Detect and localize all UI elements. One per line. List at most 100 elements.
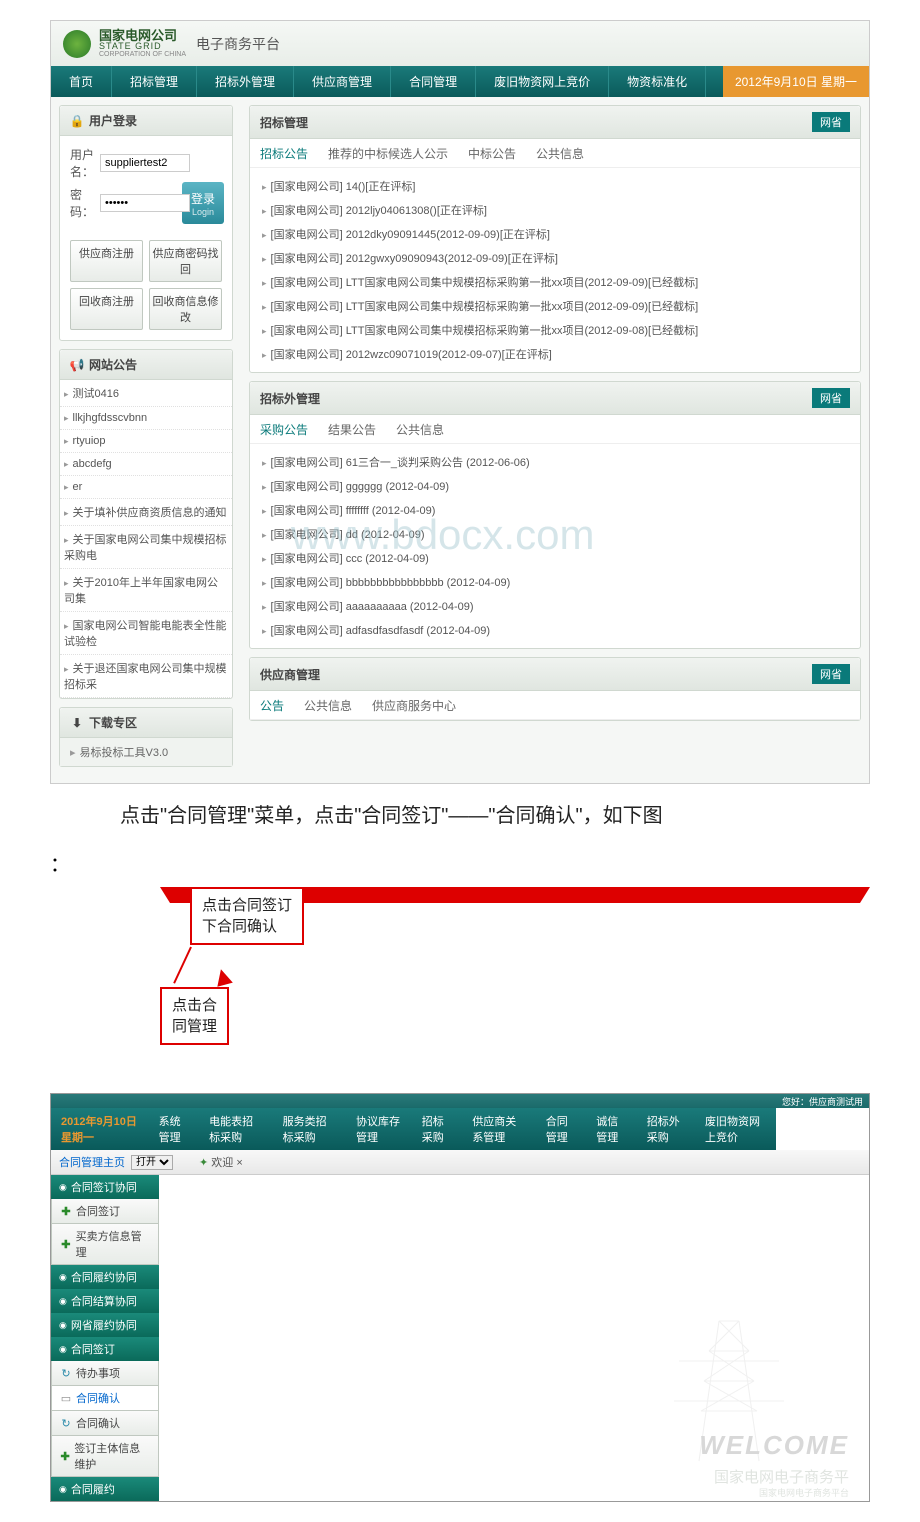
tab-result-notice[interactable]: 结果公告 [328, 421, 376, 443]
section2-tabs: 采购公告 结果公告 公共信息 [250, 415, 860, 444]
tab-candidate-publicity[interactable]: 推荐的中标候选人公示 [328, 145, 448, 167]
top-date: 2012年9月10日 星期一 [723, 66, 869, 97]
notice-item[interactable]: llkjhgfdsscvbnn [60, 407, 232, 430]
menu-contract[interactable]: 合同管理 [536, 1108, 587, 1150]
tree-category[interactable]: 合同结算协同 [51, 1289, 159, 1313]
tab-purchase-notice[interactable]: 采购公告 [260, 421, 308, 443]
tab-notice[interactable]: 公告 [260, 697, 284, 719]
platform-title: 电子商务平台 [196, 34, 280, 54]
tree-leaf[interactable]: ▭合同确认 [51, 1386, 159, 1411]
supplier-register-button[interactable]: 供应商注册 [70, 240, 143, 282]
recycler-register-button[interactable]: 回收商注册 [70, 288, 143, 330]
menu-bid-purchase[interactable]: 招标采购 [412, 1108, 463, 1150]
menu-service-bid[interactable]: 服务类招标采购 [273, 1108, 346, 1150]
welcome-area: WELCOME 国家电网电子商务平 国家电网电子商务平台 [159, 1175, 869, 1501]
notice-item[interactable]: 关于2010年上半年国家电网公司集 [60, 569, 232, 612]
list-item[interactable]: [国家电网公司] LTT国家电网公司集中规模招标采购第一批xx项目(2012-0… [260, 294, 850, 318]
supplier-pwretrieve-button[interactable]: 供应商密码找回 [149, 240, 222, 282]
crumb-select[interactable]: 打开 [131, 1155, 173, 1170]
list-item[interactable]: [国家电网公司] 2012wzc09071019(2012-09-07)[正在评… [260, 342, 850, 366]
list-item[interactable]: [国家电网公司] 61三合一_谈判采购公告 (2012-06-06) [260, 450, 850, 474]
tree-category[interactable]: 合同签订协同 [51, 1175, 159, 1199]
list-item[interactable]: [国家电网公司] LTT国家电网公司集中规模招标采购第一批xx项目(2012-0… [260, 270, 850, 294]
list-item[interactable]: [国家电网公司] 2012ljy04061308()[正在评标] [260, 198, 850, 222]
menu-material-std[interactable]: 物资标准化 [609, 66, 706, 97]
menu-credit[interactable]: 诚信管理 [586, 1108, 637, 1150]
tree-category[interactable]: 合同履约协同 [51, 1265, 159, 1289]
menu-scrap[interactable]: 废旧物资网上竞价 [695, 1108, 776, 1150]
notice-item[interactable]: 关于国家电网公司集中规模招标采购电 [60, 526, 232, 569]
menu-scrap-auction[interactable]: 废旧物资网上竞价 [476, 66, 609, 97]
list-item[interactable]: [国家电网公司] LTT国家电网公司集中规模招标采购第一批xx项目(2012-0… [260, 318, 850, 342]
section1-title: 招标管理 [260, 114, 308, 131]
tab-public-info[interactable]: 公共信息 [536, 145, 584, 167]
tree-category[interactable]: 合同签订 [51, 1337, 159, 1361]
menu-meter-bid[interactable]: 电能表招标采购 [199, 1108, 272, 1150]
crumb-home[interactable]: 合同管理主页 [59, 1154, 125, 1170]
breadcrumb: 合同管理主页 打开 欢迎 × [51, 1150, 869, 1175]
welcome-tab[interactable]: 欢迎 × [199, 1154, 243, 1170]
list-item[interactable]: [国家电网公司] adfasdfasdfasdf (2012-04-09) [260, 618, 850, 642]
list-item[interactable]: [国家电网公司] ffffffff (2012-04-09) [260, 498, 850, 522]
brand-sub-watermark: 国家电网电子商务平台 [759, 1486, 849, 1499]
list-item[interactable]: [国家电网公司] 2012dky09091445(2012-09-09)[正在评… [260, 222, 850, 246]
tree-leaf[interactable]: ↻待办事项 [51, 1361, 159, 1386]
download-item[interactable]: 易标投标工具V3.0 [60, 738, 232, 766]
menu-bid-mgmt[interactable]: 招标管理 [112, 66, 197, 97]
notice-item[interactable]: rtyuiop [60, 430, 232, 453]
list-item[interactable]: [国家电网公司] bbbbbbbbbbbbbbbb (2012-04-09) [260, 570, 850, 594]
menu-supplier-mgmt[interactable]: 供应商管理 [294, 66, 391, 97]
colon: ： [50, 848, 870, 877]
notice-item[interactable]: 关于退还国家电网公司集中规模招标采 [60, 655, 232, 698]
menu-contract-mgmt[interactable]: 合同管理 [391, 66, 476, 97]
notice-item[interactable]: abcdefg [60, 453, 232, 476]
menu-home[interactable]: 首页 [51, 66, 112, 97]
top-menu: 首页 招标管理 招标外管理 供应商管理 合同管理 废旧物资网上竞价 物资标准化 … [51, 66, 869, 97]
notice-item[interactable]: er [60, 476, 232, 499]
section2-list: [国家电网公司] 61三合一_谈判采购公告 (2012-06-06)[国家电网公… [250, 444, 860, 648]
instruction-text: 点击"合同管理"菜单，点击"合同签订"——"合同确认"，如下图 [80, 798, 840, 834]
username-input[interactable] [100, 154, 190, 172]
password-input[interactable] [100, 194, 190, 212]
greeting-text: 您好：供应商测试用 [776, 1094, 869, 1109]
arrow-icon [213, 967, 233, 987]
menu-supplier-rel[interactable]: 供应商关系管理 [462, 1108, 535, 1150]
tree-leaf[interactable]: ↻合同确认 [51, 1411, 159, 1436]
tab-award-notice[interactable]: 中标公告 [468, 145, 516, 167]
section1-list: [国家电网公司] 14()[正在评标][国家电网公司] 2012ljy04061… [250, 168, 860, 372]
menu-nonbid-purchase[interactable]: 招标外采购 [637, 1108, 695, 1150]
tab-public-info2[interactable]: 公共信息 [396, 421, 444, 443]
tree-category[interactable]: 网省履约协同 [51, 1313, 159, 1337]
password-label: 密 码： [70, 186, 100, 220]
list-item[interactable]: [国家电网公司] 2012gwxy09090943(2012-09-09)[正在… [260, 246, 850, 270]
notice-item[interactable]: 国家电网公司智能电能表全性能试验检 [60, 612, 232, 655]
tab-bid-notice[interactable]: 招标公告 [260, 145, 308, 167]
tree-leaf[interactable]: ✚合同签订 [51, 1199, 159, 1224]
list-item[interactable]: [国家电网公司] gggggg (2012-04-09) [260, 474, 850, 498]
notice-title: 网站公告 [89, 356, 137, 373]
menu-system[interactable]: 系统管理 [149, 1108, 200, 1150]
plus-icon: ✚ [60, 1450, 70, 1463]
section2-tag[interactable]: 网省 [812, 388, 850, 408]
list-item[interactable]: [国家电网公司] dd (2012-04-09) [260, 522, 850, 546]
list-item[interactable]: [国家电网公司] ccc (2012-04-09) [260, 546, 850, 570]
menu-protocol-stock[interactable]: 协议库存管理 [346, 1108, 412, 1150]
notice-item[interactable]: 测试0416 [60, 380, 232, 407]
arrow-line [173, 947, 192, 984]
tab-supplier-service[interactable]: 供应商服务中心 [372, 697, 456, 719]
recycler-edit-button[interactable]: 回收商信息修改 [149, 288, 222, 330]
notice-panel: 📢 网站公告 测试0416llkjhgfdsscvbnnrtyuiopabcde… [59, 349, 233, 699]
megaphone-icon: 📢 [70, 358, 84, 372]
doc-icon: ▭ [60, 1392, 72, 1405]
tree-leaf[interactable]: ✚签订主体信息维护 [51, 1436, 159, 1477]
tab-public-info3[interactable]: 公共信息 [304, 697, 352, 719]
list-item[interactable]: [国家电网公司] 14()[正在评标] [260, 174, 850, 198]
tree-category[interactable]: 合同履约 [51, 1477, 159, 1501]
section1-tag[interactable]: 网省 [812, 112, 850, 132]
notice-item[interactable]: 关于填补供应商资质信息的通知 [60, 499, 232, 526]
logo-text: 国家电网公司 STATE GRID CORPORATION OF CHINA [99, 29, 186, 58]
menu-nonbid-mgmt[interactable]: 招标外管理 [197, 66, 294, 97]
tree-leaf[interactable]: ✚买卖方信息管理 [51, 1224, 159, 1265]
list-item[interactable]: [国家电网公司] aaaaaaaaaa (2012-04-09) [260, 594, 850, 618]
section3-tag[interactable]: 网省 [812, 664, 850, 684]
